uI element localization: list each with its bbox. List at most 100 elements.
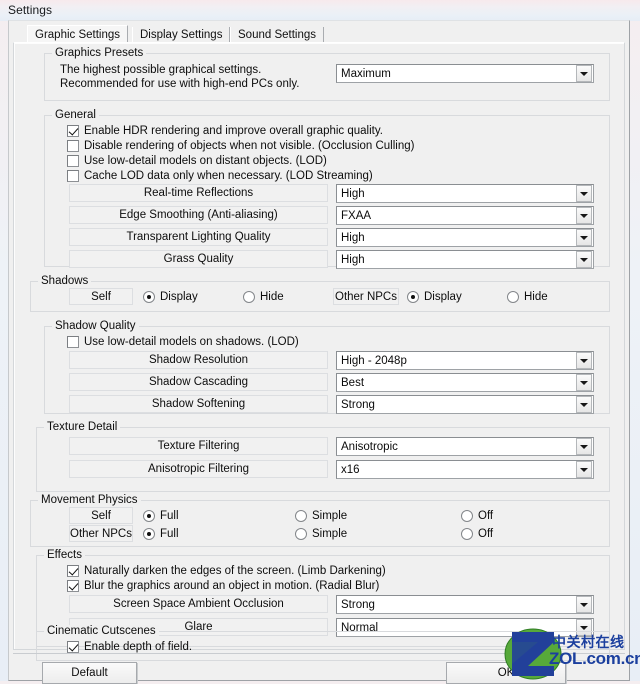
footer-divider: [13, 653, 625, 654]
checkbox-icon[interactable]: [67, 564, 79, 577]
radio-icon[interactable]: [143, 290, 155, 303]
combo-texture-filtering[interactable]: Anisotropic: [336, 437, 594, 456]
chevron-down-icon[interactable]: [576, 396, 592, 413]
group-legend: Shadows: [38, 275, 92, 287]
radio-label: Off: [478, 509, 494, 522]
graphics-preset-combo[interactable]: Maximum: [336, 64, 594, 83]
tab-sound-settings[interactable]: Sound Settings: [230, 27, 325, 43]
radio-icon[interactable]: [143, 527, 155, 540]
chevron-down-icon[interactable]: [576, 207, 592, 224]
checkbox-radial-blur[interactable]: Blur the graphics around an object in mo…: [67, 578, 379, 593]
chevron-down-icon[interactable]: [576, 229, 592, 246]
radio-icon[interactable]: [407, 290, 419, 303]
chevron-down-icon[interactable]: [576, 438, 592, 455]
checkbox-icon[interactable]: [67, 579, 79, 592]
checkbox-label: Disable rendering of objects when not vi…: [84, 139, 415, 152]
radio-shadows-npcs-hide[interactable]: Hide: [507, 289, 548, 304]
combo-shadow-resolution[interactable]: High - 2048p: [336, 351, 594, 370]
combo-value: Maximum: [341, 67, 391, 80]
checkbox-icon[interactable]: [67, 124, 79, 137]
checkbox-depth-of-field[interactable]: Enable depth of field.: [67, 639, 192, 654]
checkbox-icon[interactable]: [67, 640, 79, 653]
setting-label-transparent-lighting-quality[interactable]: Transparent Lighting Quality: [69, 228, 328, 246]
radio-icon[interactable]: [243, 290, 255, 303]
settings-dialog: Graphic Settings Display Settings Sound …: [8, 20, 630, 684]
setting-label-ssao[interactable]: Screen Space Ambient Occlusion: [69, 595, 328, 613]
setting-label-shadow-softening[interactable]: Shadow Softening: [69, 395, 328, 413]
radio-physics-npcs-off[interactable]: Off: [461, 526, 493, 541]
chevron-down-icon[interactable]: [576, 185, 592, 202]
group-legend: Cinematic Cutscenes: [44, 625, 159, 637]
radio-icon[interactable]: [295, 509, 307, 522]
radio-icon[interactable]: [507, 290, 519, 303]
checkbox-occlusion-culling[interactable]: Disable rendering of objects when not vi…: [67, 138, 414, 153]
group-legend: Movement Physics: [38, 494, 141, 506]
combo-transparent-lighting-quality[interactable]: High: [336, 228, 594, 247]
radio-icon[interactable]: [143, 509, 155, 522]
radio-physics-self-off[interactable]: Off: [461, 508, 493, 523]
radio-physics-self-full[interactable]: Full: [143, 508, 179, 523]
checkbox-icon[interactable]: [67, 139, 79, 152]
radio-icon[interactable]: [461, 527, 473, 540]
group-cinematic-cutscenes: Cinematic Cutscenes Enable depth of fiel…: [36, 625, 610, 661]
checkbox-icon[interactable]: [67, 335, 79, 348]
checkbox-shadow-lod[interactable]: Use low-detail models on shadows. (LOD): [67, 334, 299, 349]
shadows-other-npcs-tag: Other NPCs: [333, 288, 399, 305]
radio-label: Hide: [524, 290, 548, 303]
combo-shadow-softening[interactable]: Strong: [336, 395, 594, 414]
combo-anisotropic-filtering[interactable]: x16: [336, 460, 594, 479]
setting-label-real-time-reflections[interactable]: Real-time Reflections: [69, 184, 328, 202]
tab-label: Graphic Settings: [35, 29, 121, 41]
combo-value: High: [341, 253, 365, 266]
checkbox-icon[interactable]: [67, 169, 79, 182]
setting-label-edge-smoothing[interactable]: Edge Smoothing (Anti-aliasing): [69, 206, 328, 224]
radio-physics-self-simple[interactable]: Simple: [295, 508, 347, 523]
chevron-down-icon[interactable]: [576, 251, 592, 268]
radio-label: Off: [478, 527, 494, 540]
combo-value: High - 2048p: [341, 354, 407, 367]
checkbox-label: Enable HDR rendering and improve overall…: [84, 124, 383, 137]
checkbox-lod-distant-objects[interactable]: Use low-detail models on distant objects…: [67, 153, 327, 168]
setting-label-texture-filtering[interactable]: Texture Filtering: [69, 437, 328, 455]
combo-edge-smoothing[interactable]: FXAA: [336, 206, 594, 225]
radio-physics-npcs-simple[interactable]: Simple: [295, 526, 347, 541]
tab-display-settings[interactable]: Display Settings: [132, 27, 231, 43]
radio-label: Display: [424, 290, 462, 303]
radio-icon[interactable]: [295, 527, 307, 540]
combo-value: High: [341, 187, 365, 200]
checkbox-hdr-rendering[interactable]: Enable HDR rendering and improve overall…: [67, 123, 383, 138]
radio-shadows-npcs-display[interactable]: Display: [407, 289, 462, 304]
chevron-down-icon[interactable]: [576, 352, 592, 369]
group-texture-detail: Texture Detail Texture Filtering Anisotr…: [36, 421, 610, 492]
setting-label-grass-quality[interactable]: Grass Quality: [69, 250, 328, 268]
radio-shadows-self-hide[interactable]: Hide: [243, 289, 284, 304]
chevron-down-icon[interactable]: [576, 65, 592, 82]
window-titlebar: Settings: [0, 0, 640, 21]
checkbox-icon[interactable]: [67, 154, 79, 167]
radio-label: Full: [160, 509, 179, 522]
checkbox-label: Blur the graphics around an object in mo…: [84, 579, 380, 592]
combo-grass-quality[interactable]: High: [336, 250, 594, 269]
radio-physics-npcs-full[interactable]: Full: [143, 526, 179, 541]
checkbox-lod-streaming[interactable]: Cache LOD data only when necessary. (LOD…: [67, 168, 373, 183]
group-legend: Effects: [44, 549, 85, 561]
radio-icon[interactable]: [461, 509, 473, 522]
combo-ssao[interactable]: Strong: [336, 595, 594, 614]
chevron-down-icon[interactable]: [576, 374, 592, 391]
group-shadows: Shadows Self Display Hide Other NPCs Dis…: [30, 275, 610, 312]
combo-shadow-cascading[interactable]: Best: [336, 373, 594, 392]
tab-strip: Graphic Settings Display Settings Sound …: [13, 25, 625, 44]
setting-label-anisotropic-filtering[interactable]: Anisotropic Filtering: [69, 460, 328, 478]
chevron-down-icon[interactable]: [576, 596, 592, 613]
radio-label: Hide: [260, 290, 284, 303]
combo-real-time-reflections[interactable]: High: [336, 184, 594, 203]
setting-label-shadow-resolution[interactable]: Shadow Resolution: [69, 351, 328, 369]
tab-label: Display Settings: [140, 29, 223, 41]
setting-label-shadow-cascading[interactable]: Shadow Cascading: [69, 373, 328, 391]
checkbox-label: Enable depth of field.: [84, 640, 193, 653]
radio-label: Simple: [312, 509, 348, 522]
checkbox-limb-darkening[interactable]: Naturally darken the edges of the screen…: [67, 563, 386, 578]
chevron-down-icon[interactable]: [576, 461, 592, 478]
group-movement-physics: Movement Physics Self Full Simple Off Ot…: [30, 494, 610, 547]
radio-shadows-self-display[interactable]: Display: [143, 289, 198, 304]
